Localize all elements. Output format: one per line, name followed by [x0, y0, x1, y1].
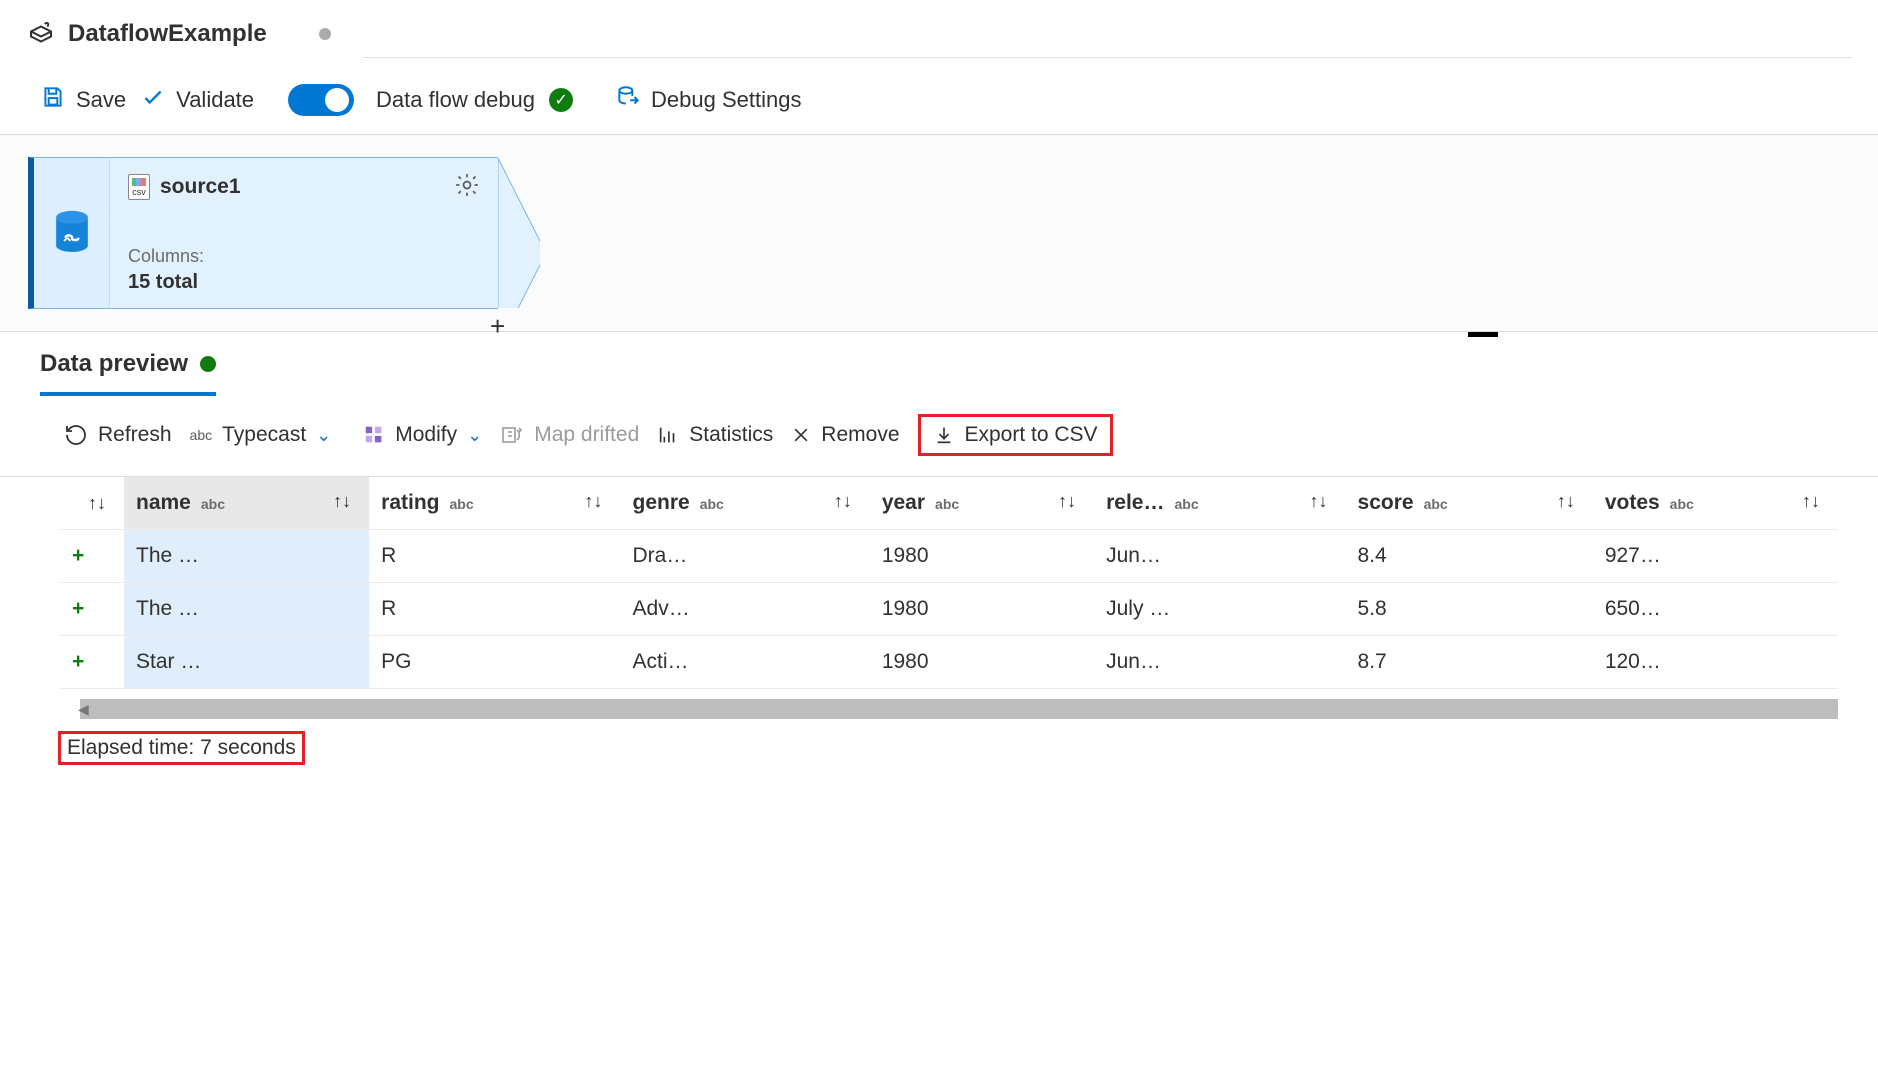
export-csv-button[interactable]: Export to CSV [918, 414, 1113, 456]
expand-row-icon[interactable]: + [60, 583, 124, 636]
tab-label: Data preview [40, 350, 188, 378]
typecast-button[interactable]: abc Typecast ⌄ [190, 423, 332, 447]
data-grid: ↑↓ nameabc↑↓ ratingabc↑↓ genreabc↑↓ year… [0, 477, 1878, 689]
add-step-button[interactable]: + [490, 311, 505, 342]
sort-icon[interactable]: ↑↓ [333, 491, 351, 512]
statistics-button[interactable]: Statistics [657, 423, 773, 447]
preview-toolbar: Refresh abc Typecast ⌄ Modify ⌄ Map drif… [0, 396, 1878, 477]
expand-header[interactable]: ↑↓ [60, 477, 124, 530]
preview-status-icon [200, 356, 216, 372]
source-name: source1 [160, 175, 241, 199]
map-drifted-icon [500, 423, 524, 447]
save-label: Save [76, 87, 126, 113]
sort-icon[interactable]: ↑↓ [834, 491, 852, 512]
debug-toggle[interactable] [288, 84, 354, 116]
validate-label: Validate [176, 87, 254, 113]
col-votes[interactable]: votesabc↑↓ [1593, 477, 1838, 530]
validate-button[interactable]: Validate [140, 84, 254, 116]
database-export-icon [615, 84, 641, 116]
save-icon [40, 84, 66, 116]
table-row[interactable]: + The … R Dra… 1980 Jun… 8.4 927… [60, 530, 1838, 583]
col-rating[interactable]: ratingabc↑↓ [369, 477, 620, 530]
source-node[interactable]: csv source1 Columns: 15 total [28, 157, 498, 309]
chevron-down-icon: ⌄ [316, 425, 331, 446]
col-name[interactable]: nameabc↑↓ [124, 477, 369, 530]
sort-icon[interactable]: ↑↓ [1058, 491, 1076, 512]
sort-icon[interactable]: ↑↓ [88, 493, 106, 514]
scroll-left-icon[interactable]: ◀ [78, 701, 89, 718]
sort-icon[interactable]: ↑↓ [1557, 491, 1575, 512]
map-drifted-button[interactable]: Map drifted [500, 423, 639, 447]
debug-settings-label: Debug Settings [651, 87, 801, 113]
refresh-icon [64, 423, 88, 447]
horizontal-scrollbar[interactable]: ◀ [80, 699, 1838, 719]
csv-file-icon: csv [128, 174, 150, 200]
elapsed-time: Elapsed time: 7 seconds [58, 731, 305, 765]
main-toolbar: Save Validate Data flow debug ✓ Debug Se… [0, 72, 1878, 135]
debug-settings-button[interactable]: Debug Settings [615, 84, 801, 116]
sort-icon[interactable]: ↑↓ [1802, 491, 1820, 512]
remove-button[interactable]: Remove [791, 423, 899, 447]
chevron-down-icon: ⌄ [467, 425, 482, 446]
panel-resize-handle[interactable] [1468, 332, 1498, 337]
check-icon [140, 84, 166, 116]
save-button[interactable]: Save [40, 84, 126, 116]
title-bar: DataflowExample [0, 0, 1878, 72]
source-db-icon [28, 157, 110, 309]
page-title: DataflowExample [68, 20, 267, 48]
header-divider [363, 10, 1852, 58]
dataflow-canvas[interactable]: csv source1 Columns: 15 total + [0, 135, 1878, 332]
col-year[interactable]: yearabc↑↓ [870, 477, 1094, 530]
modify-icon [363, 424, 385, 446]
unsaved-dot-icon [319, 28, 331, 40]
debug-label: Data flow debug [376, 87, 535, 113]
expand-row-icon[interactable]: + [60, 636, 124, 689]
refresh-button[interactable]: Refresh [64, 423, 172, 447]
col-genre[interactable]: genreabc↑↓ [621, 477, 870, 530]
col-release[interactable]: rele…abc↑↓ [1094, 477, 1345, 530]
columns-value: 15 total [128, 271, 476, 294]
modify-button[interactable]: Modify ⌄ [363, 423, 482, 447]
dataflow-icon [26, 19, 56, 49]
header-row: ↑↓ nameabc↑↓ ratingabc↑↓ genreabc↑↓ year… [60, 477, 1838, 530]
footer: Elapsed time: 7 seconds [0, 719, 1878, 785]
statistics-icon [657, 424, 679, 446]
download-icon [933, 424, 955, 446]
columns-label: Columns: [128, 246, 476, 267]
debug-status-icon: ✓ [549, 88, 573, 112]
tab-data-preview[interactable]: Data preview [40, 350, 216, 396]
table-row[interactable]: + The … R Adv… 1980 July … 5.8 650… [60, 583, 1838, 636]
sort-icon[interactable]: ↑↓ [1310, 491, 1328, 512]
sort-icon[interactable]: ↑↓ [585, 491, 603, 512]
gear-icon[interactable] [454, 172, 480, 198]
close-icon [791, 425, 811, 445]
abc-icon: abc [190, 427, 213, 443]
expand-row-icon[interactable]: + [60, 530, 124, 583]
preview-tabs: Data preview [0, 332, 1878, 396]
table-row[interactable]: + Star … PG Acti… 1980 Jun… 8.7 120… [60, 636, 1838, 689]
col-score[interactable]: scoreabc↑↓ [1346, 477, 1593, 530]
